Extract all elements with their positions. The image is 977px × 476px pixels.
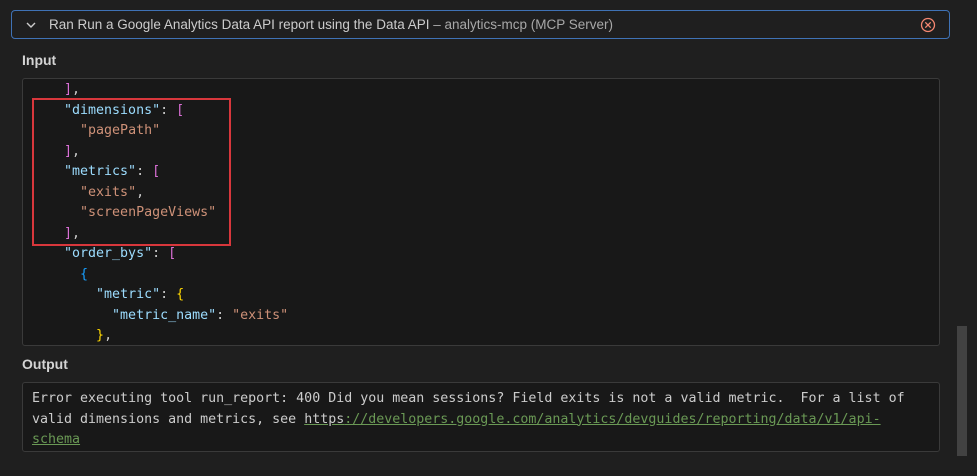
code-line: "pagePath"	[48, 121, 288, 142]
code-line: "metric": {	[48, 285, 288, 306]
code-token: ]	[64, 82, 73, 97]
code-line: "order_bys": [	[48, 244, 288, 265]
code-token: "dimensions"	[64, 102, 161, 118]
input-code-lines: ], "dimensions": [ "pagePath" ], "metric…	[48, 80, 288, 345]
output-text: Error executing tool run_report: 400 Did…	[32, 389, 922, 451]
code-token: :	[160, 287, 177, 302]
code-token: :	[152, 246, 169, 261]
code-token: "pagePath"	[80, 123, 161, 138]
output-section-label: Output	[22, 356, 68, 372]
code-token: "metrics"	[64, 164, 137, 179]
tool-call-header[interactable]: Ran Run a Google Analytics Data API repo…	[11, 10, 950, 39]
code-token: ,	[136, 184, 145, 200]
tool-call-title: Ran Run a Google Analytics Data API repo…	[49, 17, 613, 32]
output-block: Error executing tool run_report: 400 Did…	[22, 382, 940, 452]
input-code-block[interactable]: ], "dimensions": [ "pagePath" ], "metric…	[22, 78, 940, 346]
code-token: ,	[72, 143, 81, 159]
code-line: ],	[48, 142, 288, 163]
code-line: {	[48, 265, 288, 286]
code-token: [	[176, 102, 185, 118]
code-line: "exits",	[48, 183, 288, 204]
code-token: ,	[72, 225, 81, 241]
code-token: "exits"	[232, 307, 289, 323]
tool-call-title-main: Ran Run a Google Analytics Data API repo…	[49, 17, 430, 32]
code-token: [	[152, 164, 161, 179]
code-line: "screenPageViews"	[48, 203, 288, 224]
code-token: ,	[104, 328, 113, 343]
code-line: "dimensions": [	[48, 101, 288, 122]
tool-call-server-name: – analytics-mcp (MCP Server)	[429, 17, 614, 32]
scrollbar-thumb[interactable]	[957, 326, 967, 456]
code-token: ,	[72, 82, 81, 97]
code-token: [	[168, 246, 177, 261]
code-line: "metrics": [	[48, 162, 288, 183]
code-line: ],	[48, 80, 288, 101]
code-token: {	[176, 287, 185, 302]
code-token: "order_bys"	[64, 246, 153, 261]
close-circle-icon[interactable]	[920, 17, 936, 33]
code-token: }	[96, 328, 105, 343]
code-token: ]	[64, 143, 73, 159]
code-token: :	[136, 164, 153, 179]
code-token: {	[80, 266, 89, 282]
input-section-label: Input	[22, 52, 57, 68]
code-line: ],	[48, 224, 288, 245]
code-token: "metric"	[96, 287, 161, 302]
code-token: :	[216, 307, 233, 323]
code-token: "metric_name"	[112, 307, 217, 323]
code-line: "metric_name": "exits"	[48, 306, 288, 327]
code-token: :	[160, 102, 177, 118]
chevron-down-icon[interactable]	[25, 19, 37, 31]
api-schema-link-scheme[interactable]: https	[304, 412, 344, 427]
code-token: "exits"	[80, 184, 137, 200]
code-token: "screenPageViews"	[80, 205, 217, 220]
code-token: ]	[64, 225, 73, 241]
code-line: },	[48, 326, 288, 345]
